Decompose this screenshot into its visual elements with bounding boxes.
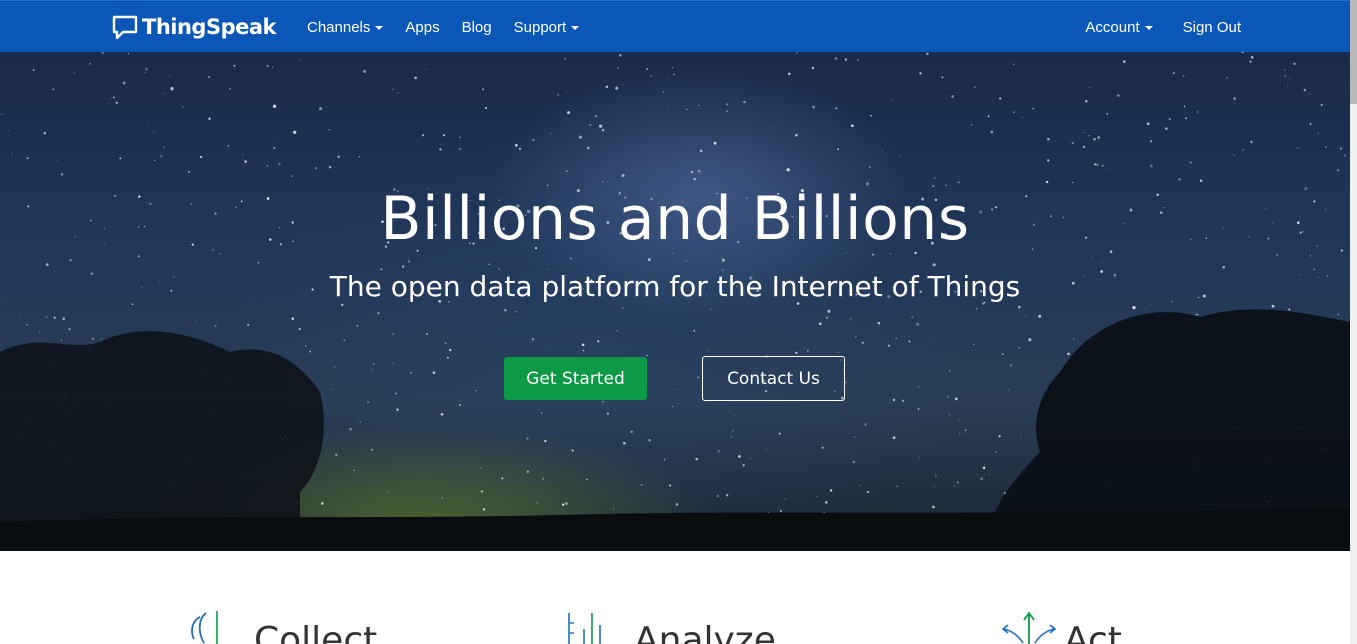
nav-channels[interactable]: Channels [296, 1, 394, 53]
vertical-scrollbar[interactable] [1350, 0, 1357, 644]
nav-right-menu: Account Sign Out [1070, 1, 1256, 53]
collect-icon [191, 611, 218, 644]
feature-act: Act [996, 609, 1122, 644]
hero-subtitle: The open data platform for the Internet … [329, 270, 1021, 303]
nav-account[interactable]: Account [1070, 1, 1167, 53]
feature-act-title: Act [1064, 620, 1122, 644]
hero-title: Billions and Billions [380, 184, 970, 254]
feature-collect-title: Collect [254, 620, 378, 644]
analyze-icon [568, 613, 601, 644]
top-navbar: ThingSpeak Channels Apps Blog Support Ac… [0, 0, 1350, 52]
nav-left-menu: Channels Apps Blog Support [296, 1, 590, 53]
feature-collect: Collect [186, 609, 377, 644]
nav-apps[interactable]: Apps [394, 1, 450, 53]
feature-analyze-title: Analyze [634, 620, 776, 644]
nav-sign-out[interactable]: Sign Out [1168, 1, 1256, 53]
features-strip: Collect Analyze Act [0, 551, 1350, 644]
scrollbar-thumb[interactable] [1350, 0, 1357, 104]
caret-down-icon [571, 26, 580, 30]
feature-analyze: Analyze [566, 609, 776, 644]
hero-banner: Billions and Billions The open data plat… [0, 52, 1350, 551]
contact-us-button[interactable]: Contact Us [702, 356, 845, 401]
nav-channels-label: Channels [307, 18, 371, 36]
get-started-button[interactable]: Get Started [504, 357, 647, 400]
nav-support-label: Support [513, 18, 567, 36]
nav-apps-label: Apps [405, 18, 440, 36]
page: ThingSpeak Channels Apps Blog Support Ac… [0, 0, 1357, 644]
nav-account-label: Account [1085, 18, 1140, 36]
nav-support[interactable]: Support [503, 1, 591, 53]
brand-logo-link[interactable]: ThingSpeak [112, 13, 277, 41]
nav-blog[interactable]: Blog [451, 1, 503, 53]
brand-name: ThingSpeak [142, 15, 277, 39]
act-icon [1001, 611, 1057, 644]
nav-sign-out-label: Sign Out [1182, 18, 1241, 36]
caret-down-icon [1144, 26, 1153, 30]
caret-down-icon [375, 26, 384, 30]
speech-bubble-icon [112, 15, 138, 40]
nav-blog-label: Blog [461, 18, 492, 36]
